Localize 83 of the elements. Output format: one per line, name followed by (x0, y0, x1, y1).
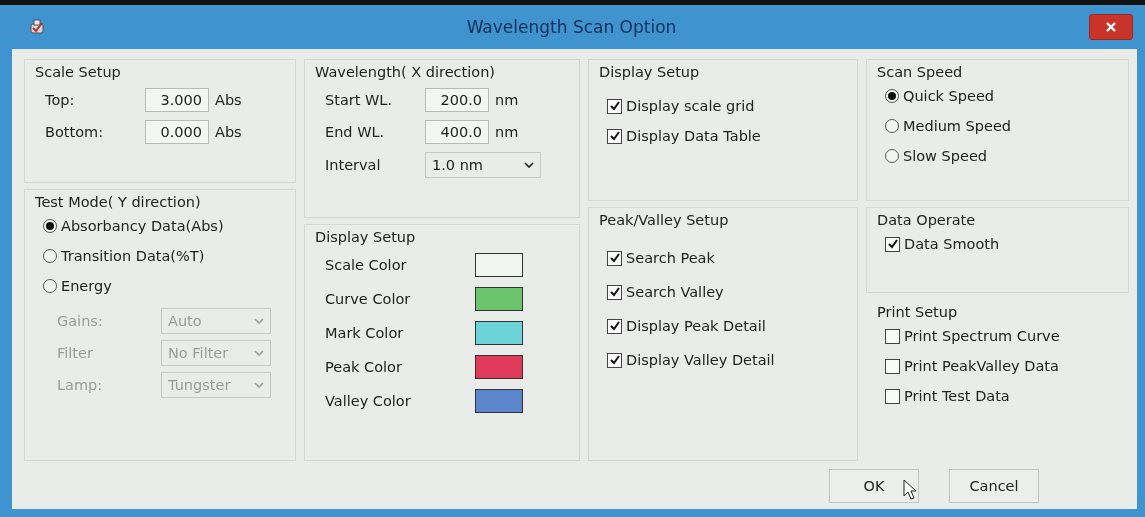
option-label: Absorbancy Data(Abs) (61, 218, 224, 234)
dropdown-value: No Filter (168, 345, 229, 361)
input-field[interactable]: 3.000 (145, 88, 209, 112)
dropdown-value: 1.0 nm (432, 157, 483, 173)
radio-button[interactable] (885, 149, 899, 163)
option-label: Print PeakValley Data (904, 358, 1059, 374)
color-swatch[interactable] (475, 321, 523, 345)
color-swatch[interactable] (475, 355, 523, 379)
checkbox[interactable] (885, 388, 900, 404)
close-icon (1105, 21, 1117, 33)
option-label: Quick Speed (903, 88, 995, 104)
radio-button[interactable] (43, 219, 57, 233)
option-label: Search Valley (626, 284, 724, 300)
field-label: End WL. (325, 124, 386, 140)
group-title: Print Setup (877, 304, 958, 320)
option-label: Transition Data(%T) (61, 248, 205, 264)
color-swatch[interactable] (475, 253, 523, 277)
caret-icon (254, 318, 264, 324)
radio-button[interactable] (43, 249, 57, 263)
option-label: Energy (61, 278, 112, 294)
window-title: Wavelength Scan Option (465, 17, 678, 37)
setting-label: Filter (57, 345, 94, 361)
field-label: Start WL. (325, 92, 394, 108)
color-label: Curve Color (325, 291, 412, 307)
checkbox[interactable] (607, 98, 622, 114)
color-label: Peak Color (325, 359, 403, 375)
checkbox[interactable] (607, 352, 622, 368)
dialog-button[interactable]: Cancel (949, 469, 1039, 503)
color-swatch[interactable] (475, 389, 523, 413)
caret-icon (254, 350, 264, 356)
dropdown-value: Tungster (168, 377, 231, 393)
checkbox[interactable] (607, 318, 622, 334)
dropdown-value: Auto (168, 313, 202, 329)
checkbox[interactable] (885, 328, 900, 344)
unit-label: Abs (215, 124, 242, 140)
checkbox[interactable] (607, 284, 622, 300)
radio-button[interactable] (885, 89, 899, 103)
option-label: Medium Speed (903, 118, 1012, 134)
unit-label: nm (495, 92, 519, 108)
checkbox[interactable] (885, 236, 900, 252)
group-title: Scan Speed (877, 64, 963, 80)
color-swatch[interactable] (475, 287, 523, 311)
caret-icon (254, 382, 264, 388)
caret-icon (524, 162, 534, 168)
input-field[interactable]: 400.0 (425, 120, 489, 144)
input-field[interactable]: 200.0 (425, 88, 489, 112)
group-title: Display Setup (315, 229, 416, 245)
input-field[interactable]: 0.000 (145, 120, 209, 144)
radio-button[interactable] (885, 119, 899, 133)
app-icon (28, 18, 46, 36)
field-label: Bottom: (45, 124, 105, 140)
radio-button[interactable] (43, 279, 57, 293)
checkbox[interactable] (885, 358, 900, 374)
color-label: Scale Color (325, 257, 408, 273)
group-title: Test Mode( Y direction) (35, 194, 201, 210)
close-button[interactable] (1089, 14, 1133, 40)
option-label: Search Peak (626, 250, 715, 266)
unit-label: Abs (215, 92, 242, 108)
setting-label: Lamp: (57, 377, 104, 393)
option-label: Display Peak Detail (626, 318, 766, 334)
dropdown[interactable]: 1.0 nm (425, 152, 541, 178)
option-label: Print Test Data (904, 388, 1010, 404)
option-label: Print Spectrum Curve (904, 328, 1060, 344)
mouse-pointer-icon (903, 479, 917, 501)
group-title: Wavelength( X direction) (315, 64, 496, 80)
group-title: Peak/Valley Setup (599, 212, 729, 228)
option-label: Display scale grid (626, 98, 755, 114)
option-label: Slow Speed (903, 148, 988, 164)
dialog-button[interactable]: OK (829, 469, 919, 503)
option-label: Data Smooth (904, 236, 1000, 252)
checkbox[interactable] (607, 128, 622, 144)
option-label: Display Valley Detail (626, 352, 775, 368)
unit-label: nm (495, 124, 519, 140)
field-label: Interval (325, 157, 382, 173)
option-label: Display Data Table (626, 128, 761, 144)
checkbox[interactable] (607, 250, 622, 266)
color-label: Valley Color (325, 393, 412, 409)
group-title: Data Operate (877, 212, 976, 228)
color-label: Mark Color (325, 325, 405, 341)
group-title: Display Setup (599, 64, 700, 80)
field-label: Top: (45, 92, 76, 108)
group-title: Scale Setup (35, 64, 121, 80)
setting-label: Gains: (57, 313, 104, 329)
